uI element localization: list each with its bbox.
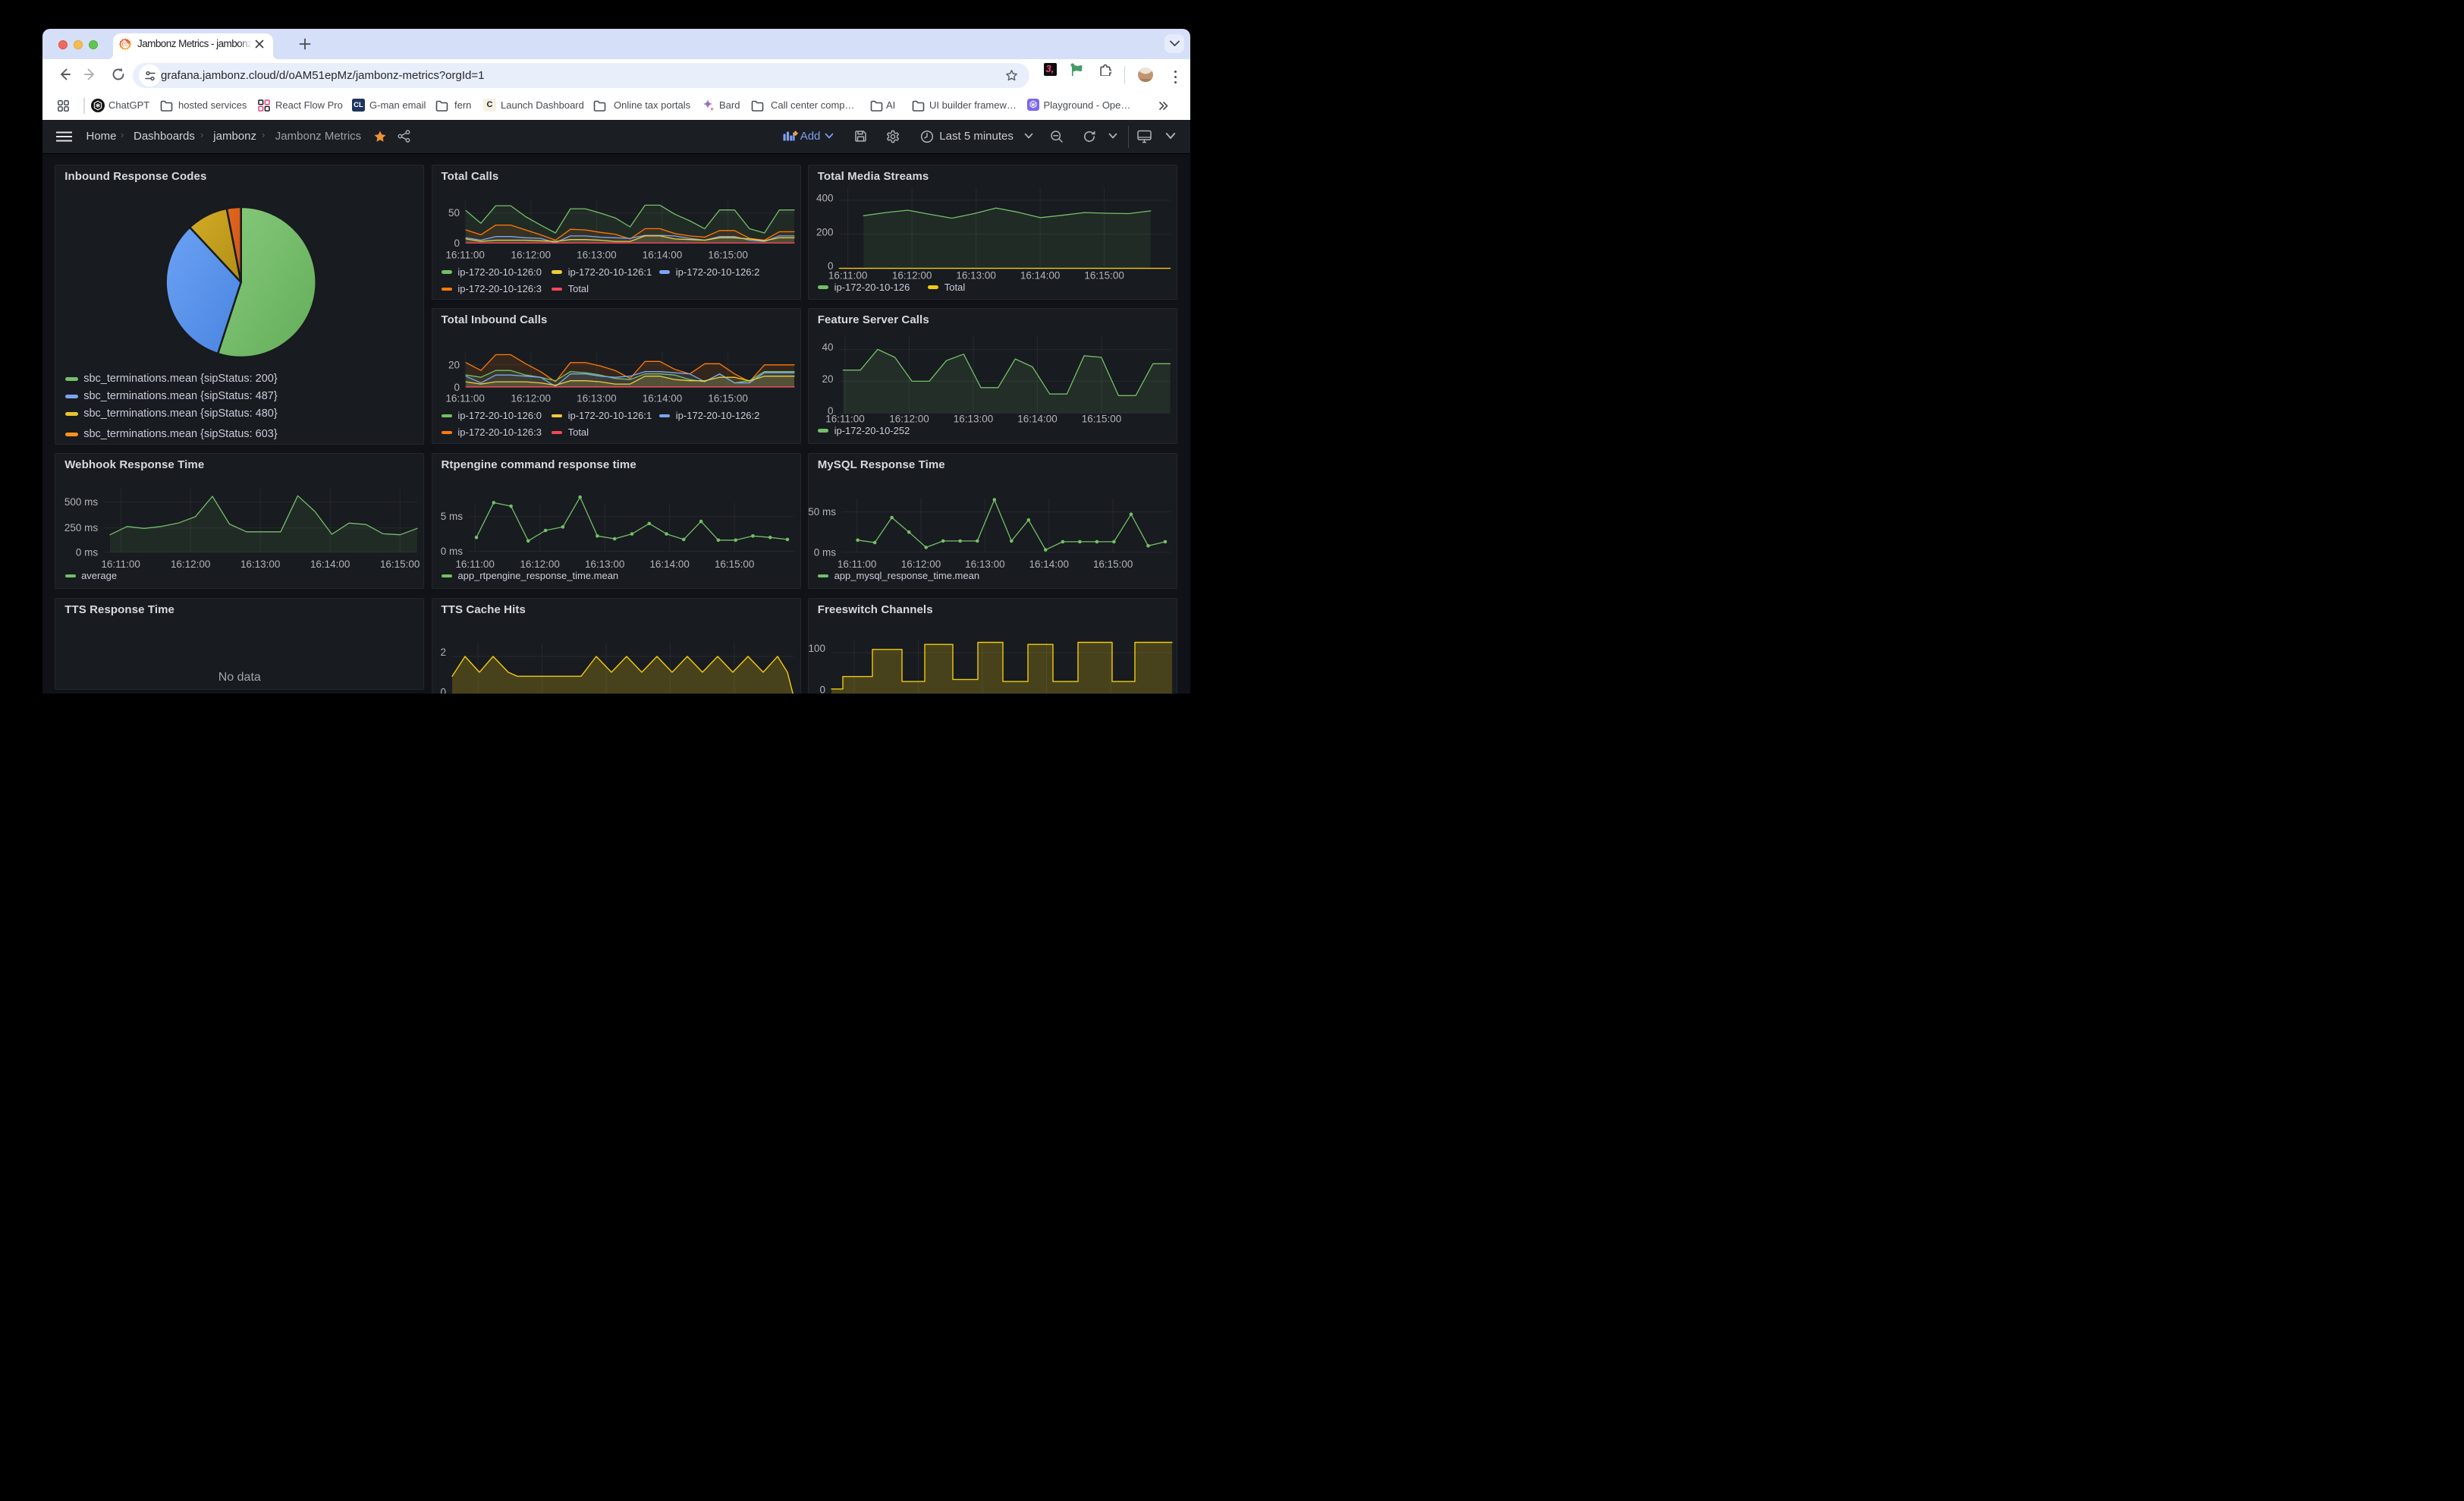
svg-text:50 ms: 50 ms	[809, 506, 836, 518]
svg-text:20: 20	[448, 359, 459, 370]
svg-text:0: 0	[440, 686, 446, 694]
svg-text:16:13:00: 16:13:00	[953, 413, 993, 424]
svg-text:0: 0	[454, 382, 460, 393]
svg-text:16:13:00: 16:13:00	[577, 249, 617, 260]
svg-text:20: 20	[822, 373, 833, 385]
svg-text:0 ms: 0 ms	[440, 546, 462, 557]
svg-text:50: 50	[448, 207, 459, 219]
svg-text:5 ms: 5 ms	[440, 511, 462, 522]
svg-text:16:15:00: 16:15:00	[1084, 269, 1124, 281]
svg-text:16:13:00: 16:13:00	[956, 269, 996, 281]
svg-text:16:13:00: 16:13:00	[577, 392, 617, 404]
svg-text:16:12:00: 16:12:00	[171, 559, 211, 570]
svg-text:16:12:00: 16:12:00	[511, 392, 551, 404]
svg-text:16:15:00: 16:15:00	[1093, 559, 1133, 570]
svg-text:16:12:00: 16:12:00	[889, 413, 929, 424]
svg-text:16:11:00: 16:11:00	[455, 559, 495, 570]
svg-text:16:12:00: 16:12:00	[511, 249, 551, 260]
svg-text:16:14:00: 16:14:00	[1029, 559, 1069, 570]
svg-text:16:12:00: 16:12:00	[892, 269, 932, 281]
svg-text:16:11:00: 16:11:00	[838, 559, 877, 570]
svg-text:16:15:00: 16:15:00	[708, 249, 748, 260]
svg-text:16:15:00: 16:15:00	[714, 559, 754, 570]
svg-text:200: 200	[816, 226, 834, 238]
svg-text:16:12:00: 16:12:00	[900, 559, 941, 570]
svg-text:16:14:00: 16:14:00	[1017, 413, 1058, 424]
svg-text:40: 40	[822, 341, 833, 353]
svg-text:500 ms: 500 ms	[64, 496, 98, 508]
svg-text:16:11:00: 16:11:00	[828, 269, 868, 281]
svg-text:16:15:00: 16:15:00	[1081, 413, 1121, 424]
svg-text:0 ms: 0 ms	[76, 546, 98, 558]
svg-text:0: 0	[819, 684, 825, 694]
svg-text:16:11:00: 16:11:00	[102, 559, 141, 570]
svg-text:0: 0	[454, 237, 460, 248]
svg-text:400: 400	[816, 192, 834, 203]
svg-text:2: 2	[440, 647, 446, 658]
svg-text:16:14:00: 16:14:00	[642, 249, 682, 260]
svg-text:16:11:00: 16:11:00	[445, 249, 485, 260]
svg-text:16:11:00: 16:11:00	[825, 413, 865, 424]
svg-text:16:14:00: 16:14:00	[1020, 269, 1061, 281]
svg-text:16:14:00: 16:14:00	[649, 559, 690, 570]
svg-text:16:13:00: 16:13:00	[965, 559, 1005, 570]
svg-text:16:12:00: 16:12:00	[520, 559, 560, 570]
svg-text:16:13:00: 16:13:00	[240, 559, 281, 570]
svg-text:250 ms: 250 ms	[64, 522, 98, 533]
svg-text:16:13:00: 16:13:00	[584, 559, 624, 570]
svg-text:16:15:00: 16:15:00	[708, 392, 748, 404]
svg-text:16:11:00: 16:11:00	[445, 392, 485, 404]
svg-text:100: 100	[809, 643, 825, 654]
svg-text:16:14:00: 16:14:00	[642, 392, 682, 404]
svg-text:0 ms: 0 ms	[813, 546, 835, 558]
svg-text:16:14:00: 16:14:00	[310, 559, 350, 570]
svg-text:16:15:00: 16:15:00	[380, 559, 420, 570]
